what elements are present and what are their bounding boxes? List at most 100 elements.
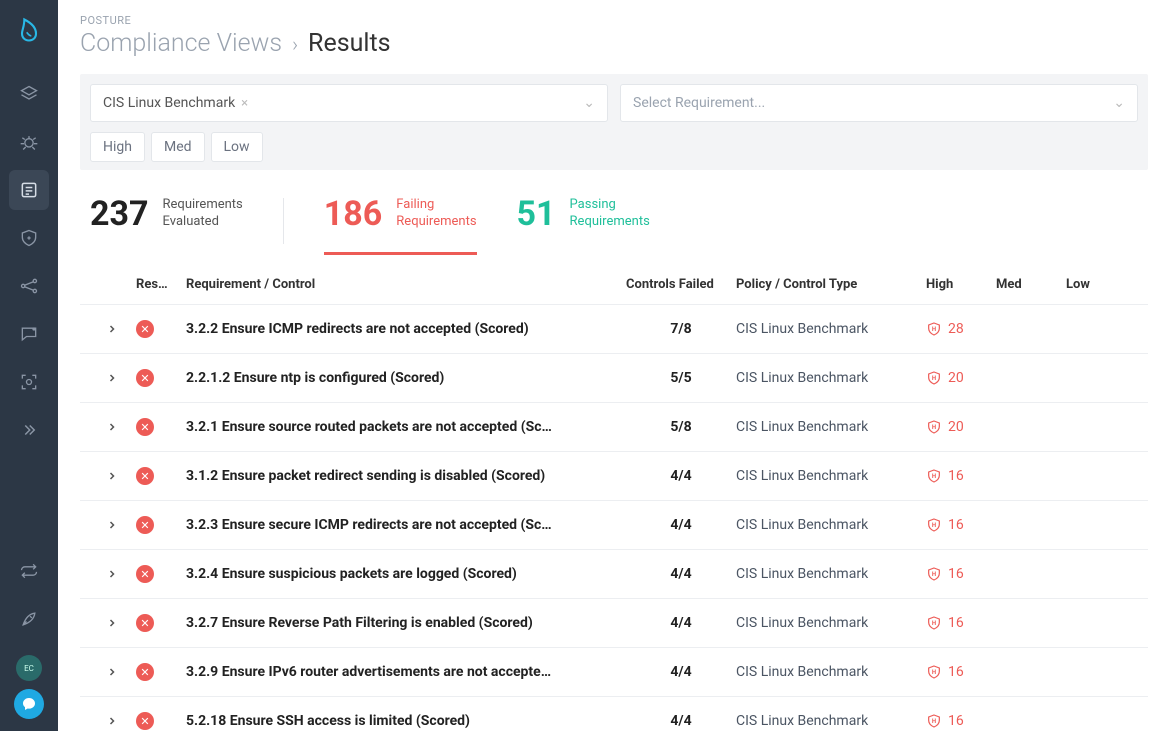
- requirement-placeholder: Select Requirement...: [633, 95, 765, 111]
- expand-row-icon[interactable]: [88, 666, 136, 678]
- clear-benchmark-icon[interactable]: ×: [241, 96, 248, 111]
- shield-high-icon: H: [926, 663, 942, 681]
- table-row[interactable]: ✕3.2.1 Ensure source routed packets are …: [80, 403, 1148, 452]
- chevron-down-icon: ⌄: [1113, 95, 1125, 111]
- severity-high: H16: [926, 712, 996, 730]
- shield-high-icon: H: [926, 320, 942, 338]
- shield-high-icon: H: [926, 712, 942, 730]
- support-chat-button[interactable]: [14, 689, 44, 719]
- nav-collapse-icon[interactable]: [9, 410, 49, 450]
- expand-row-icon[interactable]: [88, 568, 136, 580]
- chip-med[interactable]: Med: [151, 132, 205, 162]
- requirement-text: 2.2.1.2 Ensure ntp is configured (Scored…: [186, 370, 626, 386]
- shield-high-icon: H: [926, 516, 942, 534]
- chip-high[interactable]: High: [90, 132, 145, 162]
- shield-high-icon: H: [926, 418, 942, 436]
- requirement-select[interactable]: Select Requirement... ⌄: [620, 84, 1138, 122]
- table-row[interactable]: ✕3.1.2 Ensure packet redirect sending is…: [80, 452, 1148, 501]
- controls-failed-value: 4/4: [626, 713, 736, 729]
- expand-row-icon[interactable]: [88, 519, 136, 531]
- nav-shield-icon[interactable]: [9, 218, 49, 258]
- col-high[interactable]: High: [926, 277, 996, 292]
- nav-compliance-icon[interactable]: [9, 170, 49, 210]
- expand-row-icon[interactable]: [88, 715, 136, 727]
- col-controls-failed[interactable]: Controls Failed: [626, 277, 736, 292]
- svg-text:H: H: [932, 424, 936, 431]
- severity-high: H16: [926, 467, 996, 485]
- controls-failed-value: 5/8: [626, 419, 736, 435]
- stat-evaluated: 237 RequirementsEvaluated: [90, 194, 243, 252]
- benchmark-select[interactable]: CIS Linux Benchmark × ⌄: [90, 84, 608, 122]
- table-row[interactable]: ✕3.2.4 Ensure suspicious packets are log…: [80, 550, 1148, 599]
- svg-text:H: H: [932, 473, 936, 480]
- user-avatar[interactable]: EC: [16, 655, 42, 681]
- expand-row-icon[interactable]: [88, 470, 136, 482]
- expand-row-icon[interactable]: [88, 323, 136, 335]
- breadcrumb-parent[interactable]: Compliance Views: [80, 29, 282, 58]
- expand-row-icon[interactable]: [88, 421, 136, 433]
- status-fail-icon: ✕: [136, 320, 186, 338]
- controls-failed-value: 4/4: [626, 566, 736, 582]
- col-policy[interactable]: Policy / Control Type: [736, 277, 926, 292]
- status-fail-icon: ✕: [136, 614, 186, 632]
- table-row[interactable]: ✕3.2.7 Ensure Reverse Path Filtering is …: [80, 599, 1148, 648]
- expand-row-icon[interactable]: [88, 617, 136, 629]
- severity-high: H16: [926, 614, 996, 632]
- requirement-text: 3.2.3 Ensure secure ICMP redirects are n…: [186, 517, 626, 533]
- svg-text:H: H: [932, 669, 936, 676]
- table-row[interactable]: ✕3.2.3 Ensure secure ICMP redirects are …: [80, 501, 1148, 550]
- severity-high: H16: [926, 516, 996, 534]
- sidebar: EC: [0, 0, 58, 731]
- col-low[interactable]: Low: [1066, 277, 1136, 292]
- expand-row-icon[interactable]: [88, 372, 136, 384]
- requirement-text: 5.2.18 Ensure SSH access is limited (Sco…: [186, 713, 626, 729]
- main-content: POSTURE Compliance Views › Results CIS L…: [58, 0, 1170, 731]
- nav-rocket-icon[interactable]: [9, 599, 49, 639]
- status-fail-icon: ✕: [136, 663, 186, 681]
- controls-failed-value: 4/4: [626, 615, 736, 631]
- svg-text:H: H: [932, 571, 936, 578]
- table-row[interactable]: ✕3.2.2 Ensure ICMP redirects are not acc…: [80, 305, 1148, 354]
- app-logo[interactable]: [13, 14, 45, 46]
- severity-high: H28: [926, 320, 996, 338]
- stat-passing[interactable]: 51 PassingRequirements: [517, 194, 650, 252]
- col-med[interactable]: Med: [996, 277, 1066, 292]
- severity-chips: High Med Low: [90, 132, 1138, 162]
- col-requirement[interactable]: Requirement / Control: [186, 277, 626, 292]
- controls-failed-value: 4/4: [626, 664, 736, 680]
- nav-loop-icon[interactable]: [9, 551, 49, 591]
- controls-failed-value: 4/4: [626, 517, 736, 533]
- stats-bar: 237 RequirementsEvaluated 186 FailingReq…: [80, 182, 1148, 255]
- nav-graph-icon[interactable]: [9, 266, 49, 306]
- stat-evaluated-value: 237: [90, 194, 149, 234]
- svg-text:H: H: [932, 718, 936, 725]
- col-result[interactable]: Res…: [136, 277, 186, 292]
- filters-panel: CIS Linux Benchmark × ⌄ Select Requireme…: [80, 74, 1148, 170]
- stat-failing[interactable]: 186 FailingRequirements: [324, 194, 477, 255]
- table-row[interactable]: ✕5.2.18 Ensure SSH access is limited (Sc…: [80, 697, 1148, 731]
- stat-passing-value: 51: [517, 194, 556, 234]
- severity-high: H16: [926, 565, 996, 583]
- table-row[interactable]: ✕2.2.1.2 Ensure ntp is configured (Score…: [80, 354, 1148, 403]
- shield-high-icon: H: [926, 369, 942, 387]
- breadcrumb-current: Results: [308, 29, 391, 58]
- chevron-down-icon: ⌄: [583, 95, 595, 111]
- chip-low[interactable]: Low: [211, 132, 263, 162]
- divider: [283, 198, 284, 244]
- table-row[interactable]: ✕3.2.9 Ensure IPv6 router advertisements…: [80, 648, 1148, 697]
- svg-text:H: H: [932, 326, 936, 333]
- table-header: Res… Requirement / Control Controls Fail…: [80, 265, 1148, 305]
- policy-text: CIS Linux Benchmark: [736, 370, 926, 386]
- severity-high: H20: [926, 418, 996, 436]
- breadcrumb: Compliance Views › Results: [80, 29, 1148, 58]
- status-fail-icon: ✕: [136, 418, 186, 436]
- policy-text: CIS Linux Benchmark: [736, 566, 926, 582]
- status-fail-icon: ✕: [136, 565, 186, 583]
- policy-text: CIS Linux Benchmark: [736, 321, 926, 337]
- nav-chat-icon[interactable]: [9, 314, 49, 354]
- nav-capture-icon[interactable]: [9, 362, 49, 402]
- nav-bug-icon[interactable]: [9, 122, 49, 162]
- shield-high-icon: H: [926, 467, 942, 485]
- chevron-right-icon: ›: [292, 32, 298, 56]
- nav-stack-icon[interactable]: [9, 74, 49, 114]
